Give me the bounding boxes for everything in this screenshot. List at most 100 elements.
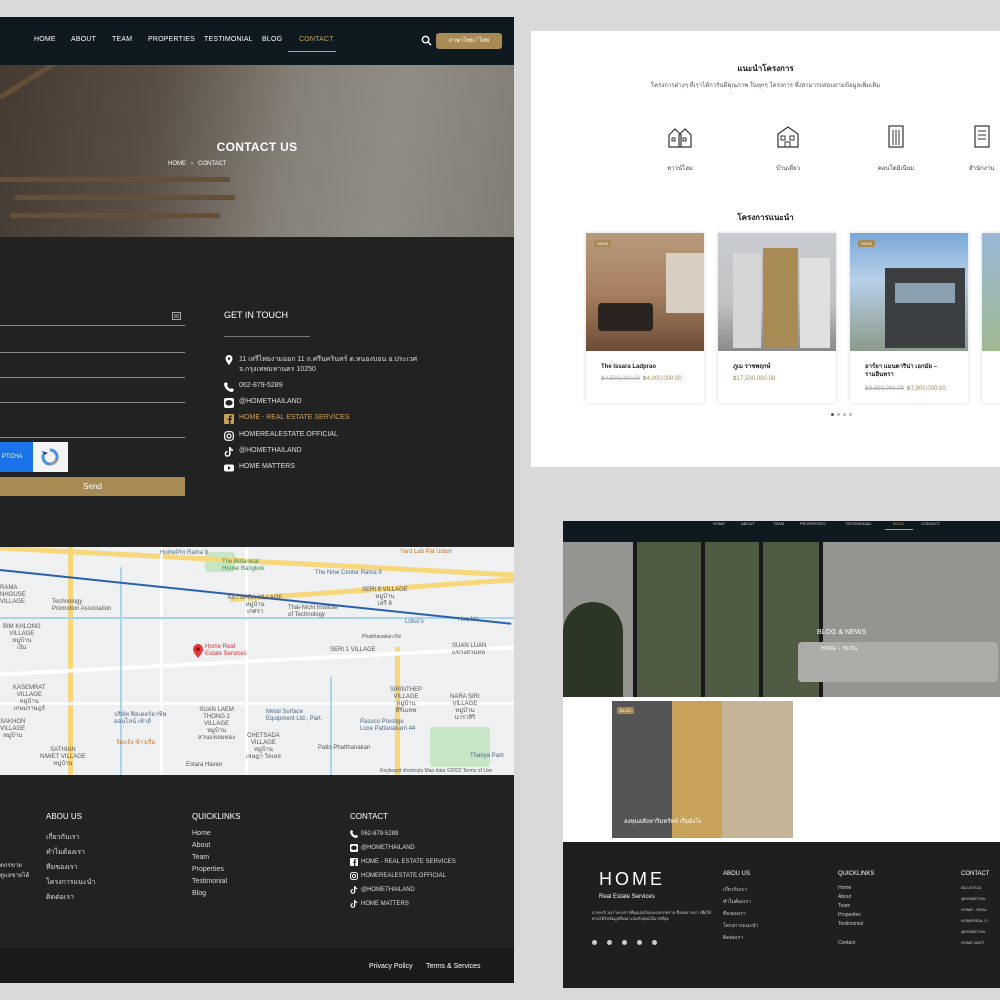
- category-house[interactable]: บ้านเดี่ยว: [758, 123, 818, 173]
- terms-link[interactable]: Terms & Services: [426, 963, 480, 970]
- nav-about[interactable]: ABOUT: [741, 521, 755, 526]
- nav-contact[interactable]: CONTACT: [921, 521, 940, 526]
- blog-post-title[interactable]: ลงทุนอสังหาริมทรัพย์ เริ่มยังไง: [624, 816, 701, 826]
- facebook-row[interactable]: HOME - REAL ESTATE SERVICES: [224, 414, 350, 424]
- privacy-policy-link[interactable]: Privacy Policy: [369, 963, 413, 970]
- category-townhome[interactable]: ทาวน์โฮม: [650, 123, 710, 173]
- breadcrumb-home[interactable]: HOME: [821, 646, 836, 652]
- category-office[interactable]: สำนักงาน: [969, 123, 1000, 173]
- footer-contact-item[interactable]: HOMEREALESTATE.OFFICIAL: [350, 872, 446, 880]
- form-field-phone[interactable]: [0, 377, 185, 378]
- tiktok-row[interactable]: @HOMETHAILAND: [224, 447, 302, 457]
- footer-quick-link[interactable]: Properties: [838, 912, 861, 918]
- instagram-text[interactable]: HOMEREALESTATE.OFFICIAL: [239, 431, 338, 438]
- nav-team[interactable]: TEAM: [773, 521, 784, 526]
- nav-properties[interactable]: PROPERTIES: [148, 36, 195, 43]
- instagram-icon[interactable]: [607, 940, 612, 945]
- nav-blog[interactable]: BLOG: [893, 521, 904, 526]
- carousel-dot[interactable]: [837, 413, 840, 416]
- carousel-dot[interactable]: [843, 413, 846, 416]
- footer-contact-item[interactable]: @HOMETHA: [961, 896, 985, 901]
- footer-quick-link[interactable]: Testimonial: [192, 878, 227, 885]
- nav-testimonial[interactable]: TESTIMONIAL: [845, 521, 872, 526]
- footer-quick-link[interactable]: Blog: [192, 890, 206, 897]
- footer-contact-item[interactable]: @HOMETHA: [961, 929, 985, 934]
- footer-contact-item[interactable]: HOME - REAL: [961, 907, 987, 912]
- property-card[interactable]: SALE! The Issara Ladprao ฿4,500,000.00 ฿4…: [586, 233, 704, 403]
- map-label: Technology Promotion Association: [52, 599, 112, 612]
- footer-about-link[interactable]: ทำไมต้องเรา: [46, 847, 85, 858]
- line-icon[interactable]: [622, 940, 627, 945]
- phone-text[interactable]: 062-879-5289: [239, 382, 283, 389]
- nav-blog[interactable]: BLOG: [262, 36, 282, 43]
- nav-home[interactable]: HOME: [713, 521, 725, 526]
- property-card-partial[interactable]: [982, 233, 1000, 403]
- search-icon[interactable]: [421, 35, 432, 46]
- youtube-icon[interactable]: [637, 940, 642, 945]
- footer-quick-link[interactable]: About: [192, 842, 210, 849]
- form-field-message[interactable]: [0, 437, 185, 438]
- recaptcha-widget[interactable]: PTCHA: [0, 442, 68, 472]
- footer-quick-link[interactable]: Testimonial: [838, 921, 863, 927]
- footer-contact-item[interactable]: 062-879-5289: [350, 830, 398, 838]
- nav-about[interactable]: ABOUT: [71, 36, 96, 43]
- nav-contact[interactable]: CONTACT: [299, 36, 334, 43]
- footer-contact-item[interactable]: 062-879-52: [961, 885, 981, 890]
- nav-properties[interactable]: PROPERTIES: [800, 521, 826, 526]
- carousel-dot[interactable]: [849, 413, 852, 416]
- property-card[interactable]: ภูเม ราชพฤกษ์ ฿17,500,000.00: [718, 233, 836, 403]
- facebook-icon[interactable]: [592, 940, 597, 945]
- footer-quick-link[interactable]: Home: [192, 830, 211, 837]
- property-name[interactable]: The Issara Ladprao: [601, 363, 697, 371]
- youtube-row[interactable]: HOME MATTERS: [224, 463, 295, 473]
- line-text[interactable]: @HOMETHAILAND: [239, 398, 302, 405]
- tiktok-icon[interactable]: [652, 940, 657, 945]
- map-road: [0, 645, 514, 677]
- blog-post-card[interactable]: BLOG ลงทุนอสังหาริมทรัพย์ เริ่มยังไง: [612, 701, 793, 838]
- footer-about-link[interactable]: ทำไมต้องเรา: [723, 898, 751, 906]
- nav-testimonial[interactable]: TESTIMONIAL: [204, 36, 253, 43]
- form-field-subject[interactable]: [0, 402, 185, 403]
- property-name[interactable]: ภูเม ราชพฤกษ์: [733, 363, 829, 371]
- nav-home[interactable]: HOME: [34, 36, 56, 43]
- map-pin-icon[interactable]: [193, 644, 203, 658]
- youtube-text[interactable]: HOME MATTERS: [239, 463, 295, 470]
- footer-contact-item[interactable]: HOME MATTERS: [350, 900, 409, 908]
- footer-about-link[interactable]: ติดต่อเรา: [723, 934, 743, 942]
- breadcrumb-home[interactable]: HOME: [168, 161, 186, 167]
- footer-contact-item[interactable]: HOMEREAL.O: [961, 918, 988, 923]
- google-map[interactable]: The Botanical House Bangkok The Nine Cen…: [0, 547, 514, 775]
- footer-about-link[interactable]: โครงการแนะนำ: [46, 877, 95, 888]
- footer-about-link[interactable]: ติดต่อเรา: [46, 892, 74, 903]
- footer-contact-item[interactable]: HOME MATT: [961, 940, 985, 945]
- footer-about-link[interactable]: ทีมของเรา: [723, 910, 746, 918]
- footer-about-link[interactable]: โครงการแนะนำ: [723, 922, 758, 930]
- footer-about-link[interactable]: ทีมของเรา: [46, 862, 78, 873]
- footer-about-link[interactable]: เกี่ยวกับเรา: [723, 886, 747, 894]
- language-button[interactable]: ภาษาไทย / ไทย: [436, 33, 502, 49]
- footer-contact-item[interactable]: HOME - REAL ESTATE SERVICES: [350, 858, 456, 866]
- sale-price: ฿17,500,000.00: [733, 376, 776, 382]
- footer-quick-link[interactable]: About: [838, 894, 851, 900]
- line-row[interactable]: @HOMETHAILAND: [224, 398, 302, 408]
- footer-quick-link[interactable]: Team: [192, 854, 209, 861]
- instagram-row[interactable]: HOMEREALESTATE.OFFICIAL: [224, 431, 338, 441]
- category-condo[interactable]: คอนโดมิเนียม: [866, 123, 926, 173]
- form-field-name[interactable]: [0, 325, 185, 326]
- footer-about-link[interactable]: เกี่ยวกับเรา: [46, 832, 79, 843]
- facebook-text[interactable]: HOME - REAL ESTATE SERVICES: [239, 414, 350, 421]
- nav-team[interactable]: TEAM: [112, 36, 132, 43]
- footer-quick-link[interactable]: Contact: [838, 940, 855, 946]
- phone-row[interactable]: 062-879-5289: [224, 382, 283, 392]
- footer-quick-link[interactable]: Team: [838, 903, 850, 909]
- send-button[interactable]: Send: [0, 477, 185, 496]
- footer-quick-link[interactable]: Properties: [192, 866, 224, 873]
- footer-quick-link[interactable]: Home: [838, 885, 851, 891]
- carousel-dot-active[interactable]: [831, 413, 834, 416]
- footer-contact-item[interactable]: @HOMETHAILAND: [350, 844, 415, 852]
- footer-contact-item[interactable]: @HOMETHAILAND: [350, 886, 415, 894]
- property-name[interactable]: อาร์ยา แมนดาริน่า เอกมัย – รามอินทรา: [865, 363, 961, 379]
- property-card[interactable]: SALE! อาร์ยา แมนดาริน่า เอกมัย – รามอินท…: [850, 233, 968, 403]
- tiktok-text[interactable]: @HOMETHAILAND: [239, 447, 302, 454]
- form-field-email[interactable]: [0, 352, 185, 353]
